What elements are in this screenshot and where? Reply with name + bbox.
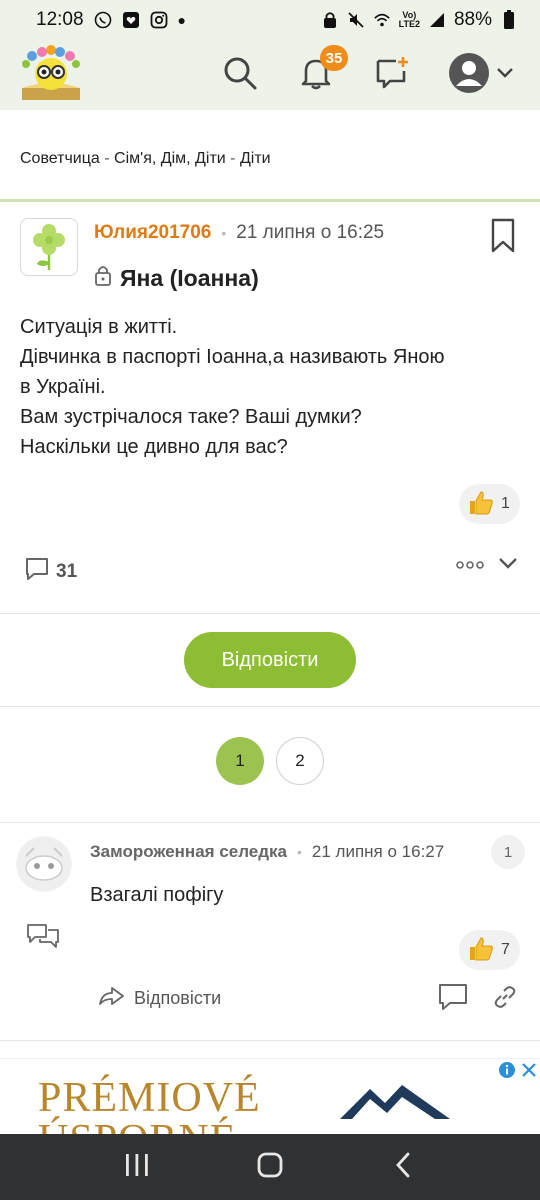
breadcrumb-item[interactable]: Сім'я, Дім, Діти [114,150,226,167]
reply-arrow-icon [98,985,126,1012]
instagram-icon [150,11,168,29]
comment-number: 1 [491,835,525,869]
post-like-count: 1 [501,495,510,512]
app-header: 35 [0,40,540,110]
alarm-lock-icon [321,11,339,29]
thumbs-up-icon [467,934,495,967]
post-author[interactable]: Юлия201706 [94,222,211,244]
home-icon [256,1151,284,1184]
section-divider [0,199,540,202]
new-post-button[interactable] [372,55,412,95]
reply-button[interactable]: Відповісти [184,632,356,688]
notifications-button[interactable]: 35 [296,45,348,95]
meta-dot: • [221,225,227,241]
meta-dot: • [297,844,302,860]
comment-meta: Замороженная селедка • 21 липня о 16:27 [90,842,444,862]
expand-chevron-icon[interactable] [498,556,518,575]
comment-actions [438,983,518,1016]
separator [0,1040,540,1041]
separator [0,613,540,614]
breadcrumb: Советчица - Сім'я, Дім, Діти - Діти [20,150,271,168]
post-like-button[interactable]: 1 [459,484,520,524]
network-bottom-label: LTE2 [398,19,420,29]
search-icon [222,55,258,96]
comment-reply-label: Відповісти [134,988,222,1008]
comment-like-count: 7 [501,941,510,958]
home-button[interactable] [240,1142,300,1192]
wifi-icon [373,11,391,29]
ad-info-icon[interactable] [498,1061,516,1084]
post-body-line: Ситуація в житті. [20,316,178,338]
breadcrumb-separator: - [104,150,110,167]
site-logo[interactable] [18,44,84,106]
network-label: Vo) LTE2 [399,11,420,29]
comment-bubble-icon [24,556,50,588]
ad-close-icon[interactable] [520,1061,538,1084]
post-author-avatar[interactable] [20,218,78,276]
separator [0,706,540,707]
notifications-badge: 35 [320,45,348,71]
recent-apps-button[interactable] [107,1142,167,1192]
comment-date: 21 липня о 16:27 [311,842,445,861]
post-body-line: Вам зустрічалося таке? Ваші думки? [20,406,362,428]
user-avatar-icon [448,52,490,99]
thumbs-up-icon [467,488,495,521]
bookmark-button[interactable] [490,218,516,254]
comment-icon[interactable] [438,983,468,1016]
post-date: 21 липня о 16:25 [236,222,385,243]
comments-count-button[interactable]: 31 [24,556,77,588]
breadcrumb-separator: - [230,150,236,167]
chevron-down-icon [496,66,514,84]
recent-apps-icon [123,1152,151,1183]
whatsapp-icon [94,11,112,29]
signal-icon [428,11,446,29]
mountain-logo-icon [340,1081,450,1126]
post-body-line: Дівчинка в паспорті Іоанна,а називають Я… [20,346,445,368]
comment-author[interactable]: Замороженная селедка [90,842,287,862]
bookmark-icon [490,218,516,258]
comment-like-button[interactable]: 7 [459,930,520,970]
separator [0,822,540,823]
mute-icon [347,11,365,29]
heart-app-icon [122,11,140,29]
post-body-line: Наскільки це дивно для вас? [20,436,288,458]
back-icon [393,1151,413,1184]
comments-count-value: 31 [56,561,78,582]
status-time: 12:08 [36,9,84,30]
page-button-1[interactable]: 1 [216,737,264,785]
status-bar: 12:08 ● Vo) LTE2 88% [0,0,540,40]
compose-icon [374,55,410,96]
post-actions [456,556,518,575]
comment-text: Взагалі пофігу [90,884,224,906]
search-button[interactable] [220,55,260,95]
battery-percent: 88% [453,9,492,30]
ad-line: ÚSPORNÉ [38,1119,261,1134]
comment-thread-button[interactable] [26,922,60,955]
ad-line: PRÉMIOVÉ [38,1075,261,1121]
post-meta: Юлия201706 • 21 липня о 16:25 [94,222,384,244]
post-body-line: в Україні. [20,376,106,398]
comment-author-avatar[interactable] [16,836,72,892]
battery-icon [500,10,518,29]
lock-icon [94,264,112,292]
page-button-2[interactable]: 2 [276,737,324,785]
comment-reply-button[interactable]: Відповісти [98,985,221,1012]
link-icon[interactable] [492,984,518,1015]
system-navigation-bar [0,1134,540,1200]
user-menu[interactable] [448,52,514,99]
breadcrumb-item[interactable]: Діти [240,150,271,167]
post-title-text: Яна (Іоанна) [120,264,259,291]
post-body: Ситуація в житті. Дівчинка в паспорті Іо… [20,312,525,462]
ad-controls [498,1061,538,1084]
notification-dot-icon: ● [177,12,187,28]
back-button[interactable] [373,1142,433,1192]
more-options-icon[interactable] [456,557,484,575]
advertisement-banner[interactable]: PRÉMIOVÉ ÚSPORNÉ [0,1058,540,1134]
breadcrumb-item[interactable]: Советчица [20,150,100,167]
ad-text: PRÉMIOVÉ ÚSPORNÉ [38,1077,261,1134]
comments-thread-icon [26,924,60,954]
post-title: Яна (Іоанна) [94,264,259,292]
